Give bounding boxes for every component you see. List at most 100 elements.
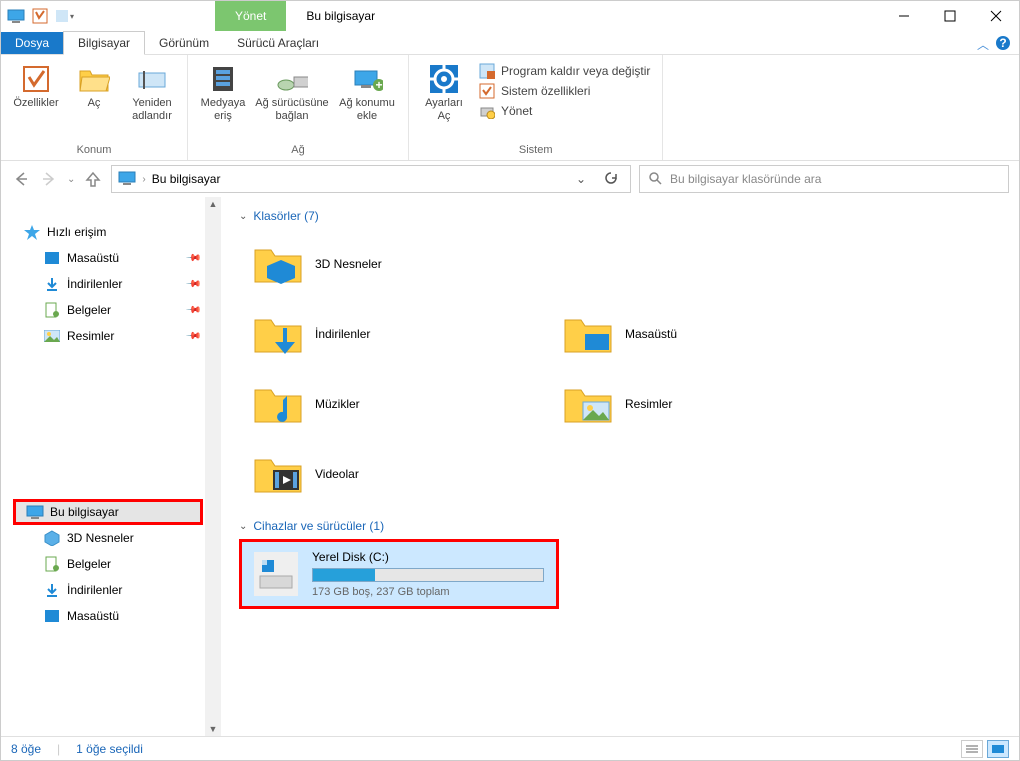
nav-scrollbar[interactable]: ▲ ▼ [205,197,221,736]
folder-downloads[interactable]: İndirilenler [239,299,549,369]
ribbon-group-system-title: Sistem [415,142,656,160]
back-button[interactable] [11,169,31,189]
tree-desktop[interactable]: Masaüstü 📌 [13,245,221,271]
folder-label: Müzikler [315,397,360,411]
svg-text:+: + [375,78,382,92]
properties-label: Özellikler [13,97,58,110]
search-icon [648,171,662,188]
manage-button[interactable]: Yönet [479,103,650,119]
search-placeholder: Bu bilgisayar klasöründe ara [670,172,821,186]
forward-button[interactable] [39,169,59,189]
download-icon [43,276,61,292]
collapse-ribbon-icon[interactable]: ︿ [977,36,989,53]
open-button[interactable]: Aç [65,59,123,142]
quick-access-toolbar: ▾ [1,1,75,31]
folder-icon [253,379,303,429]
chevron-right-icon[interactable]: › [142,174,145,185]
documents-icon [43,302,61,318]
pc-icon [26,504,44,520]
tree-documents-pc[interactable]: Belgeler [13,551,221,577]
drive-c[interactable]: Yerel Disk (C:) 173 GB boş, 237 GB topla… [239,539,559,609]
pc-icon[interactable] [5,5,27,27]
tab-view[interactable]: Görünüm [145,32,223,54]
search-box[interactable]: Bu bilgisayar klasöründe ara [639,165,1009,193]
desktop-icon [43,250,61,266]
navigation-pane: Hızlı erişim Masaüstü 📌 İndirilenler 📌 B… [1,197,221,736]
folder-icon [253,449,303,499]
rename-button[interactable]: Yeniden adlandır [123,59,181,142]
folder-label: Masaüstü [625,327,677,341]
tab-file[interactable]: Dosya [1,32,63,54]
open-settings-button[interactable]: Ayarları Aç [415,59,473,142]
uninstall-label: Program kaldır veya değiştir [501,64,650,78]
status-separator: | [57,742,60,756]
qat-dropdown-icon[interactable]: ▾ [53,5,75,27]
refresh-button[interactable] [598,171,624,188]
group-header-folders[interactable]: ⌄ Klasörler (7) [239,209,1011,223]
address-dropdown-icon[interactable]: ⌄ [570,172,592,186]
pictures-icon [43,328,61,344]
close-button[interactable] [973,1,1019,31]
drive-usage-bar [312,568,544,582]
sys-props-label: Sistem özellikleri [501,84,590,98]
contextual-tab: Yönet [215,1,286,31]
download-icon [43,582,61,598]
folder-icon [563,379,613,429]
drive-icon [254,552,298,596]
tree-downloads[interactable]: İndirilenler 📌 [13,271,221,297]
uninstall-program-button[interactable]: Program kaldır veya değiştir [479,63,650,79]
ribbon-tabstrip: Dosya Bilgisayar Görünüm Sürücü Araçları… [1,31,1019,55]
folder-label: Resimler [625,397,672,411]
tree-label: İndirilenler [67,583,122,597]
tree-label: Masaüstü [67,251,119,265]
star-icon [23,224,41,240]
recent-dropdown[interactable]: ⌄ [67,174,75,185]
tree-desktop-pc[interactable]: Masaüstü [13,603,221,629]
ribbon-group-system: Ayarları Aç Program kaldır veya değiştir… [409,55,663,160]
tree-label: Hızlı erişim [47,225,106,239]
tree-label: 3D Nesneler [67,531,134,545]
folder-music[interactable]: Müzikler [239,369,549,439]
help-icon[interactable]: ? [995,35,1011,54]
address-bar[interactable]: › Bu bilgisayar ⌄ [111,165,631,193]
status-item-count: 8 öğe [11,742,41,756]
view-details-button[interactable] [961,740,983,758]
tree-3d-objects[interactable]: 3D Nesneler [13,525,221,551]
folder-icon [253,239,303,289]
add-network-location-button[interactable]: + Ağ konumu ekle [332,59,402,142]
tree-this-pc[interactable]: Bu bilgisayar [13,499,203,525]
open-settings-label: Ayarları Aç [425,97,463,123]
view-large-icons-button[interactable] [987,740,1009,758]
group-header-drives[interactable]: ⌄ Cihazlar ve sürücüler (1) [239,519,1011,533]
media-access-button[interactable]: Medyaya eriş [194,59,252,142]
up-button[interactable] [83,169,103,189]
folder-pictures[interactable]: Resimler [549,369,859,439]
tree-label: Bu bilgisayar [50,505,119,519]
tree-pictures[interactable]: Resimler 📌 [13,323,221,349]
tab-drive-tools[interactable]: Sürücü Araçları [223,32,333,54]
folder-icon [253,309,303,359]
breadcrumb-segment[interactable]: Bu bilgisayar [152,172,564,186]
media-access-label: Medyaya eriş [201,97,246,123]
minimize-button[interactable] [881,1,927,31]
tab-computer[interactable]: Bilgisayar [63,31,145,55]
open-label: Aç [88,97,101,110]
map-drive-button[interactable]: Ağ sürücüsüne bağlan [252,59,332,142]
tree-downloads-pc[interactable]: İndirilenler [13,577,221,603]
scroll-down-icon[interactable]: ▼ [209,724,218,734]
folder-desktop[interactable]: Masaüstü [549,299,859,369]
scroll-up-icon[interactable]: ▲ [209,199,218,209]
properties-qat-icon[interactable] [29,5,51,27]
properties-button[interactable]: Özellikler [7,59,65,142]
tree-quick-access[interactable]: Hızlı erişim [13,219,221,245]
drive-subtext: 173 GB boş, 237 GB toplam [312,586,544,598]
maximize-button[interactable] [927,1,973,31]
add-net-loc-label: Ağ konumu ekle [339,97,395,123]
cube-icon [43,530,61,546]
folder-3d-objects[interactable]: 3D Nesneler [239,229,549,299]
system-properties-button[interactable]: Sistem özellikleri [479,83,650,99]
tree-documents[interactable]: Belgeler 📌 [13,297,221,323]
ribbon-group-network: Medyaya eriş Ağ sürücüsüne bağlan + Ağ k… [188,55,409,160]
pin-icon: 📌 [184,328,201,345]
folder-videos[interactable]: Videolar [239,439,549,509]
